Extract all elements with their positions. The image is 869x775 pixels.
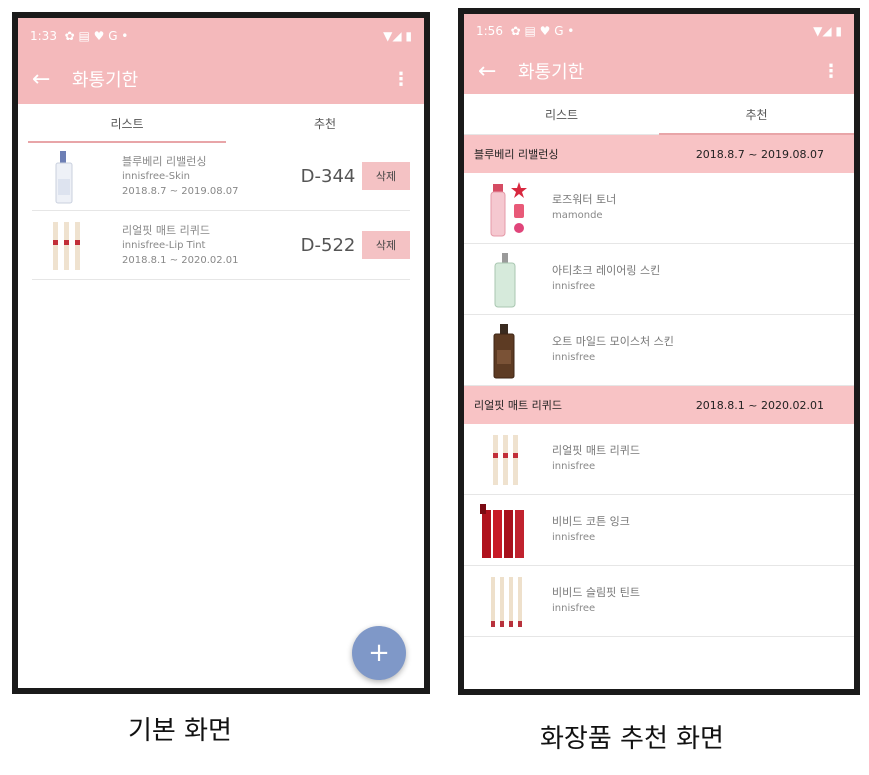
tab-recommend[interactable]: 추천 <box>226 104 424 142</box>
product-brand: innisfree-Lip Tint <box>122 239 206 251</box>
status-icons: ✿ ▤ ♥ G • <box>510 24 575 38</box>
recommend-item[interactable]: 비비드 슬림핏 틴트 innisfree <box>464 566 854 637</box>
recommend-item[interactable]: 리얼핏 매트 리퀴드 innisfree <box>464 424 854 495</box>
product-brand: innisfree <box>552 281 596 292</box>
item-info: 블루베리 리밸런싱 innisfree-Skin 2018.8.7 ~ 2019… <box>102 154 294 199</box>
product-brand: innisfree <box>552 603 596 614</box>
product-brand: innisfree <box>552 352 596 363</box>
status-icons: ✿ ▤ ♥ G • <box>64 29 129 43</box>
tab-list[interactable]: 리스트 <box>28 104 226 143</box>
right-screen: 1:56 ✿ ▤ ♥ G • ▼◢ ▮ ← 화통기한 ⋮ 리스트 추천 블루베리… <box>464 14 854 689</box>
app-title: 화통기한 <box>72 70 139 91</box>
caption-basic-screen: 기본 화면 <box>128 716 232 746</box>
product-brand: innisfree-Skin <box>122 170 191 182</box>
product-brand: innisfree <box>552 532 596 543</box>
tab-bar: 리스트 추천 <box>18 104 424 143</box>
group-period: 2018.8.7 ~ 2019.08.07 <box>695 147 824 161</box>
status-left: 1:56 ✿ ▤ ♥ G • <box>476 24 574 38</box>
tab-bar: 리스트 추천 <box>464 94 854 135</box>
product-period: 2018.8.1 ~ 2020.02.01 <box>122 254 239 266</box>
recommend-item[interactable]: 로즈워터 토너 mamonde <box>464 173 854 244</box>
product-name: 블루베리 리밸런싱 <box>122 154 207 168</box>
item-info: 리얼핏 매트 리퀴드 innisfree <box>540 443 640 475</box>
app-title: 화통기한 <box>518 62 585 83</box>
tab-list[interactable]: 리스트 <box>464 94 659 134</box>
status-time: 1:33 <box>30 29 57 43</box>
recommend-item[interactable]: 오트 마일드 모이스처 스킨 innisfree <box>464 315 854 386</box>
recommend-item[interactable]: 아티초크 레이어링 스킨 innisfree <box>464 244 854 315</box>
status-left: 1:33 ✿ ▤ ♥ G • <box>30 29 128 43</box>
list-item[interactable]: 리얼핏 매트 리퀴드 innisfree-Lip Tint 2018.8.1 ~… <box>32 211 410 280</box>
app-bar: ← 화통기한 ⋮ <box>464 48 854 94</box>
product-name: 오트 마일드 모이스처 스킨 <box>552 335 674 348</box>
left-screen: 1:33 ✿ ▤ ♥ G • ▼◢ ▮ ← 화통기한 ⋮ 리스트 추천 블루베리… <box>18 18 424 688</box>
item-info: 오트 마일드 모이스처 스킨 innisfree <box>540 334 674 366</box>
product-brand: mamonde <box>552 210 603 221</box>
status-right-icons: ▼◢ ▮ <box>383 29 412 43</box>
item-info: 비비드 슬림핏 틴트 innisfree <box>540 585 640 617</box>
status-time: 1:56 <box>476 24 503 38</box>
right-phone-frame: 1:56 ✿ ▤ ♥ G • ▼◢ ▮ ← 화통기한 ⋮ 리스트 추천 블루베리… <box>458 8 860 695</box>
item-info: 로즈워터 토너 mamonde <box>540 192 616 224</box>
product-name: 아티초크 레이어링 스킨 <box>552 264 661 277</box>
product-brand: innisfree <box>552 461 596 472</box>
back-arrow-icon[interactable]: ← <box>478 59 518 84</box>
product-thumbnail <box>472 178 540 238</box>
overflow-menu-icon[interactable]: ⋮ <box>822 61 840 82</box>
left-phone-frame: 1:33 ✿ ▤ ♥ G • ▼◢ ▮ ← 화통기한 ⋮ 리스트 추천 블루베리… <box>12 12 430 694</box>
list-item[interactable]: 블루베리 리밸런싱 innisfree-Skin 2018.8.7 ~ 2019… <box>32 142 410 211</box>
product-name: 비비드 슬림핏 틴트 <box>552 586 640 599</box>
add-fab-button[interactable]: + <box>352 626 406 680</box>
overflow-menu-icon[interactable]: ⋮ <box>392 69 410 90</box>
product-thumbnail <box>472 500 540 560</box>
status-right-icons: ▼◢ ▮ <box>813 24 842 38</box>
status-bar: 1:33 ✿ ▤ ♥ G • ▼◢ ▮ <box>18 18 424 54</box>
right-header: 1:56 ✿ ▤ ♥ G • ▼◢ ▮ ← 화통기한 ⋮ <box>464 14 854 94</box>
product-name: 로즈워터 토너 <box>552 193 617 206</box>
group-product-name: 블루베리 리밸런싱 <box>474 148 559 161</box>
product-thumbnail <box>32 147 102 205</box>
product-thumbnail <box>472 249 540 309</box>
product-name: 리얼핏 매트 리퀴드 <box>552 444 640 457</box>
caption-recommend-screen: 화장품 추천 화면 <box>540 724 724 754</box>
group-header: 리얼핏 매트 리퀴드 2018.8.1 ~ 2020.02.01 <box>464 386 854 424</box>
left-header: 1:33 ✿ ▤ ♥ G • ▼◢ ▮ ← 화통기한 ⋮ <box>18 18 424 104</box>
app-bar: ← 화통기한 ⋮ <box>18 54 424 104</box>
product-thumbnail <box>32 216 102 274</box>
d-day-label: D-522 <box>300 234 356 256</box>
recommend-item[interactable]: 비비드 코튼 잉크 innisfree <box>464 495 854 566</box>
d-day-label: D-344 <box>300 165 356 187</box>
group-product-name: 리얼핏 매트 리퀴드 <box>474 399 562 412</box>
tab-recommend[interactable]: 추천 <box>659 94 854 135</box>
product-period: 2018.8.7 ~ 2019.08.07 <box>122 185 239 197</box>
item-info: 아티초크 레이어링 스킨 innisfree <box>540 263 660 295</box>
product-name: 리얼핏 매트 리퀴드 <box>122 223 210 237</box>
product-name: 비비드 코튼 잉크 <box>552 515 630 528</box>
group-header: 블루베리 리밸런싱 2018.8.7 ~ 2019.08.07 <box>464 135 854 173</box>
item-info: 리얼핏 매트 리퀴드 innisfree-Lip Tint 2018.8.1 ~… <box>102 223 294 268</box>
back-arrow-icon[interactable]: ← <box>32 67 72 92</box>
product-thumbnail <box>472 571 540 631</box>
item-info: 비비드 코튼 잉크 innisfree <box>540 514 630 546</box>
product-thumbnail <box>472 320 540 380</box>
delete-button[interactable]: 삭제 <box>362 231 410 259</box>
group-period: 2018.8.1 ~ 2020.02.01 <box>695 398 824 412</box>
product-thumbnail <box>472 429 540 489</box>
status-bar: 1:56 ✿ ▤ ♥ G • ▼◢ ▮ <box>464 14 854 48</box>
delete-button[interactable]: 삭제 <box>362 162 410 190</box>
